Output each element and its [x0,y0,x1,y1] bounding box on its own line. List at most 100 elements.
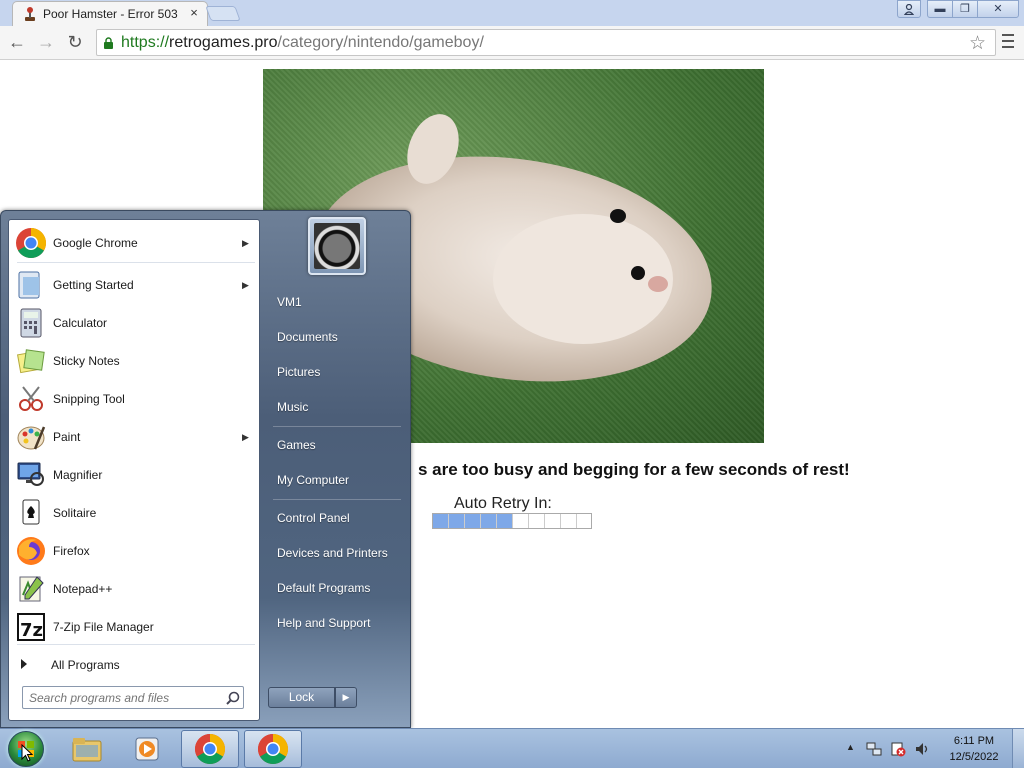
url-path: /category/nintendo/gameboy/ [277,34,484,51]
error-message: s are too busy and begging for a few sec… [418,460,850,479]
taskbar-media-player-button[interactable] [126,730,168,768]
network-icon[interactable] [866,741,882,757]
user-avatar[interactable] [308,217,366,275]
joystick-favicon-icon [25,7,35,21]
start-menu-item-label: Paint [53,430,81,444]
volume-icon[interactable] [914,741,930,757]
restore-button[interactable]: ❐ [952,0,978,18]
start-menu-link-label: Games [277,438,316,452]
url-host: retrogames.pro [169,34,278,51]
retry-label: Auto Retry In: [454,495,552,512]
start-menu-item-magnifier[interactable]: Magnifier [12,458,257,492]
submenu-arrow-icon[interactable]: ▶ [242,432,249,443]
browser-menu-button[interactable] [998,30,1018,54]
tab-title: Poor Hamster - Error 503 [43,7,178,21]
chrome-icon [194,734,226,765]
seven-zip-icon: 7z [17,613,45,641]
start-menu-item-calculator[interactable]: Calculator [12,306,257,340]
back-button[interactable]: ← [5,30,29,54]
start-button[interactable] [8,731,44,767]
start-menu-item-firefox[interactable]: Firefox [12,534,257,568]
url-scheme: https:// [121,34,170,51]
start-search-box[interactable] [22,686,244,709]
start-menu-item-paint[interactable]: Paint ▶ [12,420,257,454]
start-menu-item-getting-started[interactable]: Getting Started ▶ [12,268,257,302]
triangle-right-icon [21,659,27,669]
submenu-arrow-icon[interactable]: ▶ [242,280,249,291]
submenu-arrow-icon[interactable]: ▶ [242,238,249,249]
start-menu: All Programs Google Chrome▶Getting Start… [0,210,411,728]
browser-tab[interactable]: Poor Hamster - Error 503 × [12,1,208,26]
start-menu-link-default-programs[interactable]: Default Programs [267,573,403,603]
firefox-icon [17,537,45,565]
start-menu-item-label: Notepad++ [53,582,113,596]
start-menu-item-label: 7-Zip File Manager [53,620,154,634]
start-menu-separator [273,426,401,427]
start-menu-item-notepad[interactable]: Notepad++ [12,572,257,606]
system-clock[interactable]: 6:11 PM 12/5/2022 [942,733,1006,765]
paint-icon [17,426,46,450]
taskbar-chrome-button-2[interactable] [244,730,302,768]
taskbar-explorer-button[interactable] [66,730,108,768]
lock-icon [104,37,113,49]
all-programs-button[interactable]: All Programs [12,650,257,680]
start-menu-link-devices-and-printers[interactable]: Devices and Printers [267,538,403,568]
new-tab-button[interactable] [205,6,241,21]
show-hidden-icons-button[interactable]: ▲ [846,742,855,752]
start-menu-programs: All Programs Google Chrome▶Getting Start… [8,219,260,721]
lock-button[interactable]: Lock [268,687,335,708]
start-menu-link-music[interactable]: Music [267,392,403,422]
start-menu-item-label: Magnifier [53,468,103,482]
sticky-notes-icon [17,349,45,374]
start-menu-link-pictures[interactable]: Pictures [267,357,403,387]
notepadpp-icon [19,576,44,602]
tab-close-icon[interactable]: × [187,6,201,20]
desktop: Poor Hamster - Error 503 × ▬ ❐ ✕ ← → ↻ h… [0,0,1024,768]
start-menu-link-games[interactable]: Games [267,430,403,460]
shutdown-options-button[interactable]: ▶ [335,687,357,708]
address-bar[interactable]: https://retrogames.pro/category/nintendo… [96,29,996,56]
start-menu-link-label: My Computer [277,473,350,487]
start-menu-link-label: Documents [277,330,338,344]
bookmark-star-icon[interactable]: ☆ [969,32,986,55]
start-menu-link-documents[interactable]: Documents [267,322,403,352]
start-menu-link-my-computer[interactable]: My Computer [267,465,403,495]
start-menu-item-label: Solitaire [53,506,97,520]
start-menu-link-help-and-support[interactable]: Help and Support [267,608,403,638]
start-menu-link-vm1[interactable]: VM1 [267,287,403,317]
chrome-icon [16,228,47,259]
start-menu-separator [17,644,255,645]
user-profile-button[interactable] [897,0,921,18]
browser-toolbar: ← → ↻ https://retrogames.pro/category/ni… [0,26,1024,60]
start-menu-link-label: Help and Support [277,616,371,630]
start-menu-item-label: Google Chrome [53,236,138,250]
start-menu-separator [273,499,401,500]
clock-time: 6:11 PM [953,735,995,747]
browser-titlebar: Poor Hamster - Error 503 × ▬ ❐ ✕ [0,0,1024,26]
snipping-tool-icon [19,386,43,411]
start-menu-item-solitaire[interactable]: Solitaire [12,496,257,530]
svg-text:7z: 7z [20,620,43,641]
magnifier-icon [17,462,44,486]
start-search-input[interactable] [29,689,219,706]
show-desktop-button[interactable] [1012,729,1024,768]
start-menu-item-google-chrome[interactable]: Google Chrome ▶ [12,226,257,260]
close-window-button[interactable]: ✕ [977,0,1019,18]
media-player-icon [135,737,159,761]
retry-progress-bar [432,513,592,529]
action-center-icon[interactable] [890,741,906,757]
start-menu-item-sticky-notes[interactable]: Sticky Notes [12,344,257,378]
start-menu-link-label: Music [277,400,309,414]
start-menu-item-label: Getting Started [53,278,134,292]
start-menu-item-7-zip-file-manager[interactable]: 7z 7-Zip File Manager [12,610,257,644]
start-menu-link-control-panel[interactable]: Control Panel [267,503,403,533]
minimize-button[interactable]: ▬ [927,0,953,18]
start-menu-item-snipping-tool[interactable]: Snipping Tool [12,382,257,416]
start-menu-link-label: Pictures [277,365,321,379]
forward-button[interactable]: → [34,30,58,54]
reload-button[interactable]: ↻ [63,30,87,54]
start-menu-separator [17,262,255,263]
taskbar-chrome-button-1[interactable] [181,730,239,768]
start-menu-item-label: Sticky Notes [53,354,120,368]
start-menu-item-label: Firefox [53,544,90,558]
